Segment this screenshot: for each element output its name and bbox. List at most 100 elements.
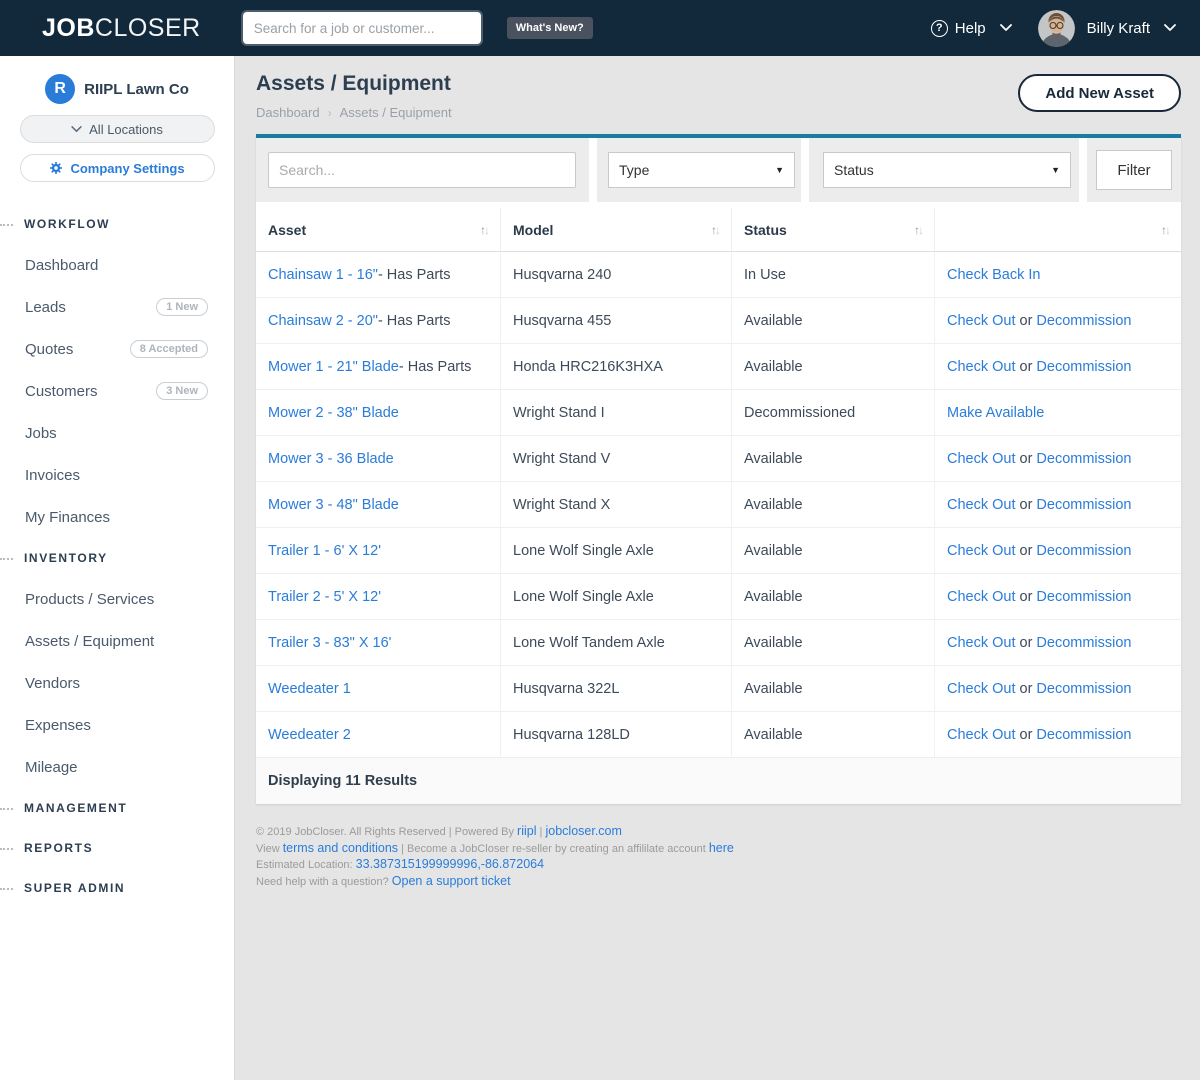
chevron-down-icon[interactable] xyxy=(1000,24,1012,32)
whats-new-button[interactable]: What's New? xyxy=(507,17,593,39)
status-cell: Available xyxy=(732,574,935,620)
company-settings-button[interactable]: Company Settings xyxy=(20,154,215,182)
sort-icon[interactable]: ↑↓ xyxy=(1161,223,1171,237)
help-menu[interactable]: Help xyxy=(955,20,986,37)
action-link-make-available[interactable]: Make Available xyxy=(947,405,1044,421)
asset-link[interactable]: Chainsaw 2 - 20" xyxy=(268,313,378,329)
action-link-check-out[interactable]: Check Out xyxy=(947,727,1016,743)
action-separator: or xyxy=(1020,497,1033,513)
footer-link-open-a-support-ticket[interactable]: Open a support ticket xyxy=(392,874,511,888)
sidebar-item-label: Expenses xyxy=(25,717,91,734)
filter-button[interactable]: Filter xyxy=(1096,150,1172,190)
sidebar-item-products-services[interactable]: Products / Services xyxy=(0,578,234,620)
sidebar-item-my-finances[interactable]: My Finances xyxy=(0,496,234,538)
footer-link-riipl[interactable]: riipl xyxy=(517,824,536,838)
asset-link[interactable]: Mower 1 - 21" Blade xyxy=(268,359,399,375)
type-select[interactable]: Type ▼ xyxy=(608,152,795,188)
status-select[interactable]: Status ▼ xyxy=(823,152,1071,188)
main-content: Assets / Equipment Dashboard›Assets / Eq… xyxy=(236,56,1200,1080)
action-link-decommission[interactable]: Decommission xyxy=(1036,313,1131,329)
footer-link-jobcloser-com[interactable]: jobcloser.com xyxy=(545,824,621,838)
action-link-decommission[interactable]: Decommission xyxy=(1036,589,1131,605)
action-link-check-out[interactable]: Check Out xyxy=(947,681,1016,697)
asset-cell: Mower 3 - 36 Blade xyxy=(256,436,501,482)
sidebar-item-badge: 1 New xyxy=(156,298,208,316)
sort-icon[interactable]: ↑↓ xyxy=(711,223,721,237)
sidebar-section-reports[interactable]: REPORTS xyxy=(0,828,234,868)
navbar-right-group: ? Help xyxy=(931,10,1176,47)
action-separator: or xyxy=(1020,589,1033,605)
asset-link[interactable]: Mower 2 - 38" Blade xyxy=(268,405,399,421)
actions-cell: Check Out or Decommission xyxy=(935,482,1181,528)
sidebar-item-label: Leads xyxy=(25,299,66,316)
action-link-decommission[interactable]: Decommission xyxy=(1036,497,1131,513)
asset-link[interactable]: Chainsaw 1 - 16" xyxy=(268,267,378,283)
sidebar-item-customers[interactable]: Customers3 New xyxy=(0,370,234,412)
global-search-input[interactable] xyxy=(243,12,481,44)
sidebar-item-invoices[interactable]: Invoices xyxy=(0,454,234,496)
table-search-input[interactable] xyxy=(268,152,576,188)
sort-icon[interactable]: ↑↓ xyxy=(914,223,924,237)
actions-cell: Make Available xyxy=(935,390,1181,436)
asset-link[interactable]: Trailer 3 - 83" X 16' xyxy=(268,635,391,651)
action-link-decommission[interactable]: Decommission xyxy=(1036,543,1131,559)
action-link-check-out[interactable]: Check Out xyxy=(947,635,1016,651)
action-link-check-out[interactable]: Check Out xyxy=(947,589,1016,605)
add-new-asset-button[interactable]: Add New Asset xyxy=(1018,74,1181,112)
action-link-check-out[interactable]: Check Out xyxy=(947,497,1016,513)
user-menu[interactable]: Billy Kraft xyxy=(1087,20,1150,37)
footer-link-terms-and-conditions[interactable]: terms and conditions xyxy=(283,841,398,855)
top-navbar: JOBCLOSER What's New? ? Help xyxy=(0,0,1200,56)
app-root: JOBCLOSER What's New? ? Help xyxy=(0,0,1200,1080)
sidebar-section-super-admin[interactable]: SUPER ADMIN xyxy=(0,868,234,908)
action-link-decommission[interactable]: Decommission xyxy=(1036,635,1131,651)
asset-link[interactable]: Mower 3 - 48" Blade xyxy=(268,497,399,513)
sidebar-item-assets-equipment[interactable]: Assets / Equipment xyxy=(0,620,234,662)
sidebar-section-label: REPORTS xyxy=(24,841,93,855)
sidebar-item-jobs[interactable]: Jobs xyxy=(0,412,234,454)
asset-suffix: - Has Parts xyxy=(399,359,472,375)
action-separator: or xyxy=(1020,727,1033,743)
sort-icon[interactable]: ↑↓ xyxy=(480,223,490,237)
action-link-decommission[interactable]: Decommission xyxy=(1036,359,1131,375)
sidebar-item-mileage[interactable]: Mileage xyxy=(0,746,234,788)
sidebar-section-management[interactable]: MANAGEMENT xyxy=(0,788,234,828)
sidebar-item-expenses[interactable]: Expenses xyxy=(0,704,234,746)
sidebar-section-inventory[interactable]: INVENTORY xyxy=(0,538,234,578)
asset-cell: Mower 3 - 48" Blade xyxy=(256,482,501,528)
chevron-down-icon xyxy=(71,126,82,133)
footer-link-here[interactable]: here xyxy=(709,841,734,855)
asset-link[interactable]: Mower 3 - 36 Blade xyxy=(268,451,394,467)
sidebar-section-workflow[interactable]: WORKFLOW xyxy=(0,204,234,244)
asset-link[interactable]: Trailer 1 - 6' X 12' xyxy=(268,543,381,559)
all-locations-dropdown[interactable]: All Locations xyxy=(20,115,215,143)
sidebar-item-vendors[interactable]: Vendors xyxy=(0,662,234,704)
sidebar-item-label: Dashboard xyxy=(25,257,98,274)
action-link-check-out[interactable]: Check Out xyxy=(947,359,1016,375)
actions-cell: Check Back In xyxy=(935,252,1181,298)
action-link-check-out[interactable]: Check Out xyxy=(947,313,1016,329)
action-link-decommission[interactable]: Decommission xyxy=(1036,451,1131,467)
asset-link[interactable]: Weedeater 1 xyxy=(268,681,351,697)
sidebar-item-dashboard[interactable]: Dashboard xyxy=(0,244,234,286)
breadcrumb-item-dashboard[interactable]: Dashboard xyxy=(256,105,320,120)
chevron-down-icon[interactable] xyxy=(1164,24,1176,32)
table-row: Mower 2 - 38" BladeWright Stand IDecommi… xyxy=(256,390,1181,436)
sidebar-section-label: WORKFLOW xyxy=(24,217,110,231)
asset-link[interactable]: Trailer 2 - 5' X 12' xyxy=(268,589,381,605)
action-link-decommission[interactable]: Decommission xyxy=(1036,681,1131,697)
action-link-decommission[interactable]: Decommission xyxy=(1036,727,1131,743)
sidebar-item-label: Customers xyxy=(25,383,98,400)
section-dash-icon xyxy=(0,558,13,560)
action-link-check-back-in[interactable]: Check Back In xyxy=(947,267,1041,283)
avatar[interactable] xyxy=(1038,10,1075,47)
action-link-check-out[interactable]: Check Out xyxy=(947,543,1016,559)
action-link-check-out[interactable]: Check Out xyxy=(947,451,1016,467)
asset-cell: Trailer 3 - 83" X 16' xyxy=(256,620,501,666)
asset-link[interactable]: Weedeater 2 xyxy=(268,727,351,743)
app-logo[interactable]: JOBCLOSER xyxy=(42,14,201,43)
sidebar-item-quotes[interactable]: Quotes8 Accepted xyxy=(0,328,234,370)
footer-link-33-387315199999996-86-872064[interactable]: 33.387315199999996,-86.872064 xyxy=(356,857,544,871)
actions-cell: Check Out or Decommission xyxy=(935,620,1181,666)
sidebar-item-leads[interactable]: Leads 1 New xyxy=(0,286,234,328)
